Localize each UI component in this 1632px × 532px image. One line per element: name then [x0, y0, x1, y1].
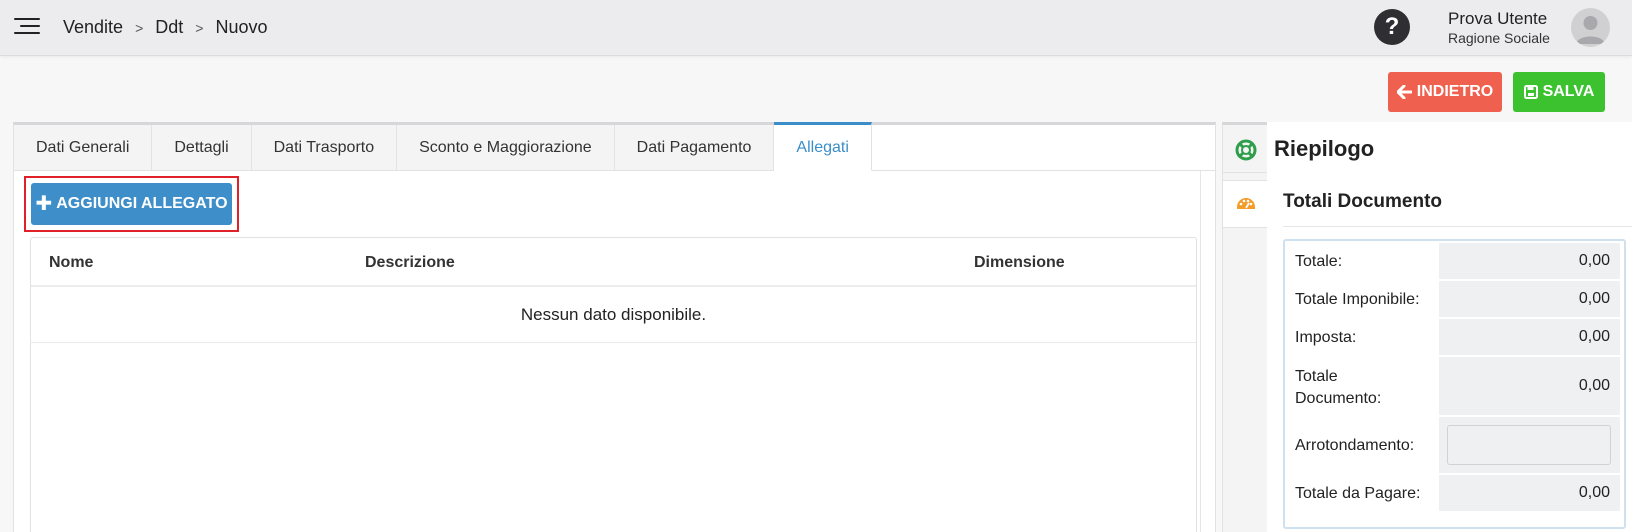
save-button[interactable]: SALVA	[1513, 72, 1605, 112]
user-organization: Ragione Sociale	[1448, 30, 1550, 46]
column-header-nome[interactable]: Nome	[49, 254, 93, 272]
empty-table-message: Nessun dato disponibile.	[31, 287, 1196, 343]
total-row: Totale: 0,00	[1285, 243, 1624, 281]
tab-dettagli[interactable]: Dettagli	[152, 125, 252, 171]
breadcrumb-ddt[interactable]: Ddt	[155, 17, 183, 38]
palette-icon	[1236, 198, 1255, 209]
summary-panel: Riepilogo Totali Documento Totale: 0,00 …	[1267, 122, 1632, 532]
question-icon[interactable]: ?	[1374, 9, 1410, 45]
total-value: 0,00	[1439, 243, 1620, 279]
hamburger-icon[interactable]	[14, 18, 40, 38]
rounding-label: Arrotondamento:	[1295, 437, 1415, 454]
taxable-total-label: Totale Imponibile:	[1295, 291, 1420, 308]
back-button[interactable]: INDIETRO	[1388, 72, 1502, 112]
rounding-input[interactable]	[1447, 425, 1611, 465]
tax-label: Imposta:	[1295, 329, 1357, 346]
save-button-label: SALVA	[1542, 83, 1595, 100]
column-header-descrizione[interactable]: Descrizione	[365, 254, 455, 272]
side-tab-bar	[1222, 122, 1268, 532]
document-total-label: Totale Documento:	[1295, 368, 1382, 407]
summary-title: Riepilogo	[1274, 136, 1375, 161]
top-bar: Vendite > Ddt > Nuovo ? Prova Utente Rag…	[0, 0, 1632, 56]
floppy-disk-icon	[1523, 85, 1538, 99]
totals-section-title: Totali Documento	[1283, 191, 1443, 212]
document-total-value: 0,00	[1439, 357, 1620, 415]
add-attachment-button[interactable]: ✚ AGGIUNGI ALLEGATO	[31, 183, 232, 225]
side-tab-summary[interactable]	[1223, 180, 1268, 228]
tax-value: 0,00	[1439, 319, 1620, 355]
lifebuoy-icon	[1235, 139, 1256, 160]
scrollbar-track[interactable]	[1200, 171, 1201, 532]
breadcrumb-vendite[interactable]: Vendite	[63, 17, 123, 38]
tab-sconto-maggiorazione[interactable]: Sconto e Maggiorazione	[397, 125, 615, 171]
totals-divider	[1283, 226, 1632, 227]
tab-dati-pagamento[interactable]: Dati Pagamento	[614, 125, 775, 171]
user-name: Prova Utente	[1448, 9, 1548, 28]
tab-dati-generali[interactable]: Dati Generali	[14, 125, 153, 171]
amount-due-row: Totale da Pagare: 0,00	[1285, 475, 1624, 513]
tab-bar: Dati Generali Dettagli Dati Trasporto Sc…	[14, 122, 872, 171]
arrow-left-icon	[1396, 85, 1412, 99]
plus-icon: ✚	[35, 193, 53, 215]
breadcrumb-nuovo: Nuovo	[215, 17, 268, 37]
taxable-total-value: 0,00	[1439, 281, 1620, 317]
tab-allegati[interactable]: Allegati	[774, 122, 872, 171]
column-header-dimensione[interactable]: Dimensione	[974, 254, 1065, 272]
amount-due-value: 0,00	[1439, 475, 1620, 511]
chevron-right-icon: >	[195, 19, 204, 36]
tax-row: Imposta: 0,00	[1285, 319, 1624, 357]
taxable-total-row: Totale Imponibile: 0,00	[1285, 281, 1624, 319]
attachments-table: Nome Descrizione Dimensione Nessun dato …	[30, 237, 1197, 532]
add-attachment-label: AGGIUNGI ALLEGATO	[56, 195, 228, 212]
amount-due-label: Totale da Pagare:	[1295, 485, 1421, 502]
total-label: Totale:	[1295, 253, 1343, 270]
breadcrumb: Vendite > Ddt > Nuovo	[63, 17, 267, 38]
tab-dati-trasporto[interactable]: Dati Trasporto	[251, 125, 398, 171]
back-button-label: INDIETRO	[1416, 83, 1494, 100]
rounding-row: Arrotondamento:	[1285, 417, 1624, 475]
totals-box: Totale: 0,00 Totale Imponibile: 0,00 Imp…	[1283, 239, 1626, 529]
chevron-right-icon: >	[135, 19, 144, 36]
document-total-row: Totale Documento: 0,00	[1285, 357, 1624, 417]
side-tab-help[interactable]	[1223, 127, 1268, 173]
user-avatar-icon[interactable]	[1571, 8, 1610, 47]
